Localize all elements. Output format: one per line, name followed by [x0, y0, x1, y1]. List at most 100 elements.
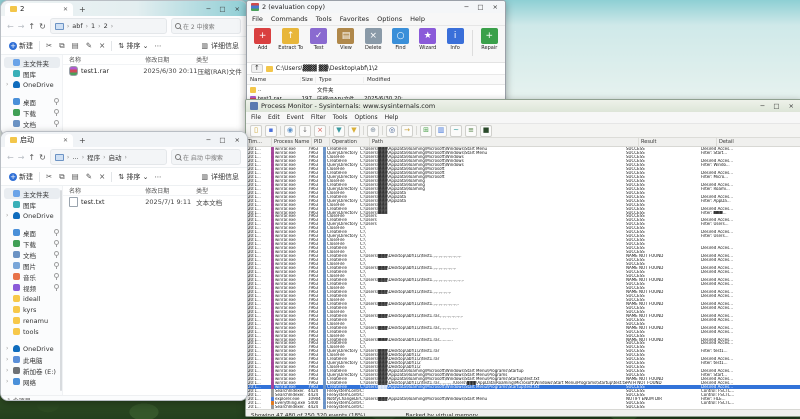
breadcrumb-item[interactable]: 程序	[87, 152, 100, 162]
forward-button[interactable]: →	[18, 22, 25, 31]
sidebar-item-kyrs[interactable]: kyrs	[4, 304, 60, 315]
refresh-button[interactable]: ↻	[39, 153, 46, 162]
breadcrumb[interactable]: › abf › 1 › 2 ›	[49, 18, 167, 34]
sidebar-item-图库[interactable]: 图库	[4, 68, 60, 79]
menu-item-file[interactable]: File	[252, 15, 263, 23]
cut-icon[interactable]: ✂	[46, 41, 52, 51]
toolbar-button-find[interactable]: ○ Find	[389, 28, 412, 51]
maximize-button[interactable]: □	[477, 3, 483, 11]
cross-ref-icon[interactable]: ■	[480, 124, 492, 137]
column-pid[interactable]: PID	[312, 138, 330, 146]
breadcrumb-item[interactable]: 启动	[109, 152, 122, 162]
clear-icon[interactable]: ×	[314, 124, 326, 137]
column-type[interactable]: 类型	[196, 186, 247, 195]
column-name[interactable]: Name	[250, 76, 301, 83]
sidebar-item-OneDrive[interactable]: › OneDrive	[4, 210, 60, 221]
details-pane-button[interactable]: ▥ 详细信息	[201, 41, 239, 51]
delete-icon[interactable]: ×	[99, 41, 105, 51]
new-button[interactable]: + 新建	[9, 172, 33, 182]
close-button[interactable]: ×	[789, 102, 794, 110]
expand-chevron-icon[interactable]: ›	[6, 345, 10, 352]
column-name[interactable]: 名称	[69, 55, 145, 64]
breadcrumb[interactable]: › … › 程序 › 启动 ›	[49, 149, 167, 165]
paste-icon[interactable]: ▤	[72, 41, 79, 51]
include-process-icon[interactable]: ⊕	[367, 124, 379, 137]
network-summary-icon[interactable]: ~	[450, 124, 462, 137]
menu-item-event[interactable]: Event	[287, 114, 304, 121]
toolbar-button-wizard[interactable]: ★ Wizard	[416, 28, 439, 51]
highlight-icon[interactable]: ▼	[348, 124, 360, 137]
up-directory-button[interactable]: ↑	[251, 64, 263, 73]
menu-item-options[interactable]: Options	[377, 15, 402, 23]
autoscroll-icon[interactable]: ↓	[299, 124, 311, 137]
sidebar-item-网络[interactable]: › 网络	[4, 376, 60, 387]
sidebar-item-下载[interactable]: 下载	[4, 238, 60, 249]
open-icon[interactable]: ▯	[250, 124, 262, 137]
minimize-button[interactable]: ─	[760, 102, 764, 110]
sidebar-item-主文件夹[interactable]: 主文件夹	[4, 188, 60, 199]
close-button[interactable]: ×	[235, 136, 240, 144]
sidebar-item-桌面[interactable]: 桌面	[4, 96, 60, 107]
column-type[interactable]: 类型	[196, 55, 247, 64]
menu-item-edit[interactable]: Edit	[268, 114, 280, 121]
more-options-icon[interactable]: ⋯	[155, 173, 162, 181]
column-operation[interactable]: Operation	[330, 138, 370, 146]
menu-item-file[interactable]: File	[251, 114, 261, 121]
minimize-button[interactable]: ─	[464, 3, 468, 11]
search-input[interactable]: 在 2 中搜索	[171, 18, 241, 34]
menu-item-tools[interactable]: Tools	[333, 114, 348, 121]
sidebar-item-图库[interactable]: 图库	[4, 199, 60, 210]
event-row[interactable]: 20:1... SearchIndexer. 4424 FileSystemContr…	[246, 404, 800, 409]
sidebar-item-音乐[interactable]: 音乐	[4, 271, 60, 282]
column-date[interactable]: 修改日期	[145, 186, 196, 195]
menu-item-help[interactable]: Help	[410, 15, 425, 23]
sidebar-item-新加卷 (E:)[interactable]: › 新加卷 (E:)	[4, 365, 60, 376]
paste-icon[interactable]: ▤	[72, 172, 79, 182]
explorer-bottom-tab[interactable]: 启动 ✕	[5, 133, 73, 147]
process-tree-icon[interactable]: ⊞	[420, 124, 432, 137]
maximize-button[interactable]: □	[219, 136, 225, 144]
copy-icon[interactable]: ⧉	[59, 172, 64, 182]
save-icon[interactable]: ▪	[265, 124, 277, 137]
search-input[interactable]: 在 启动 中搜索	[171, 149, 241, 165]
breadcrumb-item[interactable]: …	[72, 153, 79, 161]
new-tab-button[interactable]: +	[79, 136, 86, 145]
sort-button[interactable]: ⇅ 排序 ⌄	[118, 172, 148, 182]
sidebar-item-桌面[interactable]: 桌面	[4, 227, 60, 238]
archive-row[interactable]: .. 文件夹	[247, 85, 505, 94]
new-tab-button[interactable]: +	[79, 5, 86, 14]
winrar-address-text[interactable]: C:\Users\▓▓▓ ▓▓\Desktop\abf\1\2	[276, 65, 378, 72]
expand-chevron-icon[interactable]: ›	[6, 212, 10, 219]
column-time[interactable]: Tim...	[246, 138, 272, 146]
column-type[interactable]: Type	[316, 76, 364, 83]
sidebar-item-主文件夹[interactable]: 主文件夹	[4, 57, 60, 68]
sidebar-item-tools[interactable]: tools	[4, 326, 60, 337]
menu-item-filter[interactable]: Filter	[311, 114, 326, 121]
close-button[interactable]: ×	[235, 5, 240, 13]
toolbar-button-delete[interactable]: × Delete	[362, 28, 385, 51]
column-process-name[interactable]: Process Name	[272, 138, 312, 146]
sidebar-item-此电脑[interactable]: › 此电脑	[4, 354, 60, 365]
sidebar-item-文档[interactable]: 文档	[4, 249, 60, 260]
column-result[interactable]: Result	[639, 138, 717, 146]
sidebar-item-OneDrive[interactable]: › OneDrive	[4, 79, 60, 90]
refresh-button[interactable]: ↻	[39, 22, 46, 31]
file-row[interactable]: test1.rar 2025/6/30 20:11 压缩(RAR)文件	[63, 65, 247, 76]
details-pane-button[interactable]: ▥ 详细信息	[201, 172, 239, 182]
sidebar-item-renamu[interactable]: renamu	[4, 315, 60, 326]
maximize-button[interactable]: □	[773, 102, 779, 110]
tab-close-icon[interactable]: ✕	[63, 137, 68, 144]
maximize-button[interactable]: □	[219, 5, 225, 13]
column-size[interactable]: Size	[301, 76, 316, 83]
stack-summary-icon[interactable]: ≡	[465, 124, 477, 137]
menu-item-commands[interactable]: Commands	[271, 15, 308, 23]
capture-icon[interactable]: ◉	[284, 124, 296, 137]
breadcrumb-item[interactable]: abf	[72, 22, 82, 30]
sidebar-item-文档[interactable]: 文档	[4, 118, 60, 129]
column-name[interactable]: 名称	[69, 186, 145, 195]
expand-chevron-icon[interactable]: ›	[6, 81, 10, 88]
sort-button[interactable]: ⇅ 排序 ⌄	[118, 41, 148, 51]
filter-icon[interactable]: ▼	[333, 124, 345, 137]
toolbar-button-view[interactable]: ▤ View	[334, 28, 357, 51]
up-button[interactable]: ↑	[28, 153, 35, 162]
